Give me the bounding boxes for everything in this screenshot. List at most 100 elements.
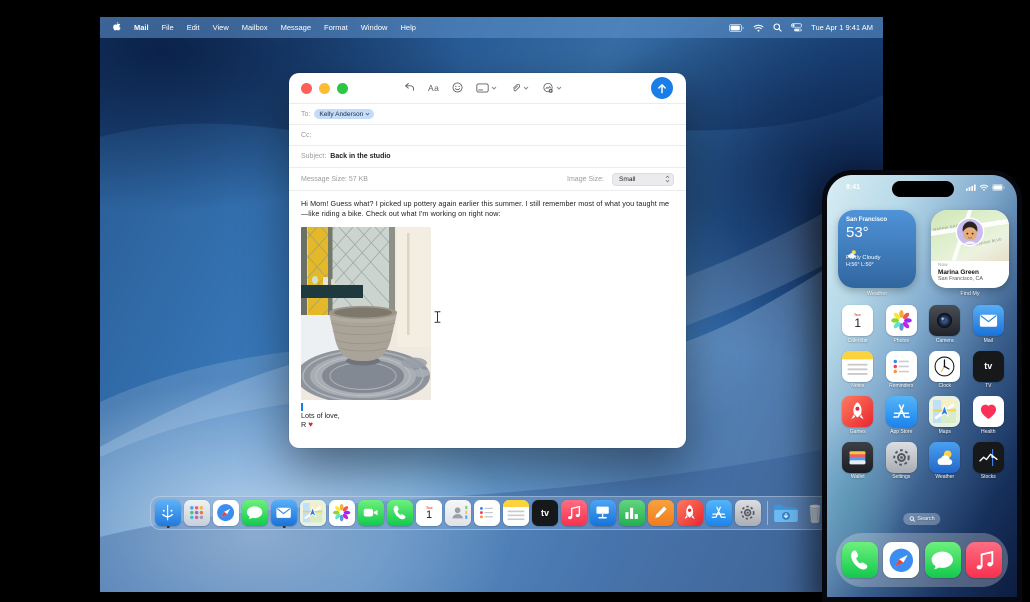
dock-item-launchpad[interactable] bbox=[184, 498, 211, 528]
dock-item-appstore[interactable] bbox=[706, 498, 733, 528]
attach-file-button[interactable] bbox=[510, 83, 529, 94]
iphone-app-photos[interactable]: Photos bbox=[881, 305, 921, 344]
games-app-icon[interactable] bbox=[677, 500, 703, 526]
iphone-app-maps[interactable]: Maps bbox=[925, 396, 965, 435]
menu-item-message[interactable]: Message bbox=[281, 23, 311, 32]
dock-item-numbers[interactable] bbox=[619, 498, 646, 528]
dock-item-games[interactable] bbox=[677, 498, 704, 528]
dock-item-notes[interactable] bbox=[503, 498, 530, 528]
iphone-app-reminders[interactable]: Reminders bbox=[881, 350, 921, 389]
tv-app-icon[interactable]: tv bbox=[532, 500, 558, 526]
image-size-select[interactable]: Small bbox=[612, 172, 674, 186]
calendar-app-icon[interactable]: Tue 1 bbox=[416, 500, 442, 526]
dock-item-messages[interactable] bbox=[242, 498, 269, 528]
iphone-app-games[interactable]: Games bbox=[838, 396, 878, 435]
photos-app-icon[interactable] bbox=[885, 305, 917, 336]
notes-app-icon[interactable] bbox=[842, 350, 874, 382]
maps-app-icon[interactable] bbox=[300, 500, 326, 526]
notes-app-icon[interactable] bbox=[503, 500, 529, 526]
dock-item-music[interactable] bbox=[561, 498, 588, 528]
iphone-app-clock[interactable]: Clock bbox=[925, 350, 965, 389]
menu-item-edit[interactable]: Edit bbox=[187, 23, 200, 32]
dock-item-finder[interactable] bbox=[155, 498, 182, 528]
launchpad-app-icon[interactable] bbox=[184, 500, 210, 526]
contacts-app-icon[interactable] bbox=[445, 500, 471, 526]
iphone-app-appstore[interactable]: App Store bbox=[881, 396, 921, 435]
iphone-app-camera[interactable]: Camera bbox=[925, 305, 965, 344]
minimize-button[interactable] bbox=[319, 82, 330, 94]
calendar-app-icon[interactable]: Tue 1 bbox=[842, 305, 874, 336]
send-button[interactable] bbox=[651, 77, 673, 99]
iphone-dock-phone[interactable] bbox=[841, 542, 878, 578]
iphone-app-mail[interactable]: Mail bbox=[968, 305, 1008, 344]
dock-item-pages[interactable] bbox=[648, 498, 675, 528]
reminders-app-icon[interactable] bbox=[885, 350, 917, 382]
music-app-icon[interactable] bbox=[561, 500, 587, 526]
dock-item-reminders[interactable] bbox=[474, 498, 501, 528]
keynote-app-icon[interactable] bbox=[590, 500, 616, 526]
dock-item-calendar[interactable]: Tue 1 bbox=[416, 498, 443, 528]
iphone-dock-music[interactable] bbox=[966, 542, 1003, 578]
maps-app-icon[interactable] bbox=[929, 396, 961, 427]
apple-menu[interactable] bbox=[112, 21, 121, 34]
battery-icon[interactable] bbox=[729, 23, 744, 32]
appstore-app-icon[interactable] bbox=[706, 500, 732, 526]
settings-app-icon[interactable] bbox=[885, 441, 917, 473]
games-app-icon[interactable] bbox=[842, 396, 874, 427]
wallet-app-icon[interactable] bbox=[842, 441, 874, 473]
undo-icon[interactable] bbox=[404, 82, 415, 94]
attached-photo[interactable] bbox=[301, 226, 431, 400]
camera-app-icon[interactable] bbox=[929, 305, 961, 336]
home-search-button[interactable]: Search bbox=[903, 513, 941, 525]
message-body[interactable]: Hi Mom! Guess what? I picked up pottery … bbox=[289, 190, 686, 448]
iphone-app-weather[interactable]: Weather bbox=[925, 441, 965, 480]
dock-item-maps[interactable] bbox=[300, 498, 327, 528]
iphone-app-stocks[interactable]: Stocks bbox=[968, 441, 1008, 480]
messages-app-icon[interactable] bbox=[924, 542, 961, 578]
dock-item-contacts[interactable] bbox=[445, 498, 472, 528]
music-app-icon[interactable] bbox=[966, 542, 1003, 578]
tv-app-icon[interactable]: tv bbox=[972, 350, 1004, 382]
phone-app-icon[interactable] bbox=[387, 500, 413, 526]
facetime-app-icon[interactable] bbox=[358, 500, 384, 526]
safari-app-icon[interactable] bbox=[213, 500, 239, 526]
iphone-app-settings[interactable]: Settings bbox=[881, 441, 921, 480]
weather-app-icon[interactable] bbox=[929, 441, 961, 473]
dock-item-tv[interactable]: tv bbox=[532, 498, 559, 528]
emoji-button[interactable] bbox=[452, 82, 463, 95]
iphone-app-tv[interactable]: tv TV bbox=[968, 350, 1008, 389]
menu-item-file[interactable]: File bbox=[162, 23, 174, 32]
subject-field[interactable]: Back in the studio bbox=[330, 153, 390, 160]
close-button[interactable] bbox=[301, 82, 312, 94]
mail-app-icon[interactable] bbox=[271, 500, 297, 526]
spotlight-search-icon[interactable] bbox=[773, 23, 782, 32]
dock-item-downloads[interactable] bbox=[773, 498, 800, 528]
iphone-app-calendar[interactable]: Tue 1 Calendar bbox=[838, 305, 878, 344]
wifi-icon[interactable] bbox=[753, 24, 764, 32]
iphone-dock-messages[interactable] bbox=[924, 542, 961, 578]
menu-item-help[interactable]: Help bbox=[400, 23, 415, 32]
clock-app-icon[interactable] bbox=[929, 350, 961, 382]
iphone-app-wallet[interactable]: Wallet bbox=[838, 441, 878, 480]
dock-item-phone[interactable] bbox=[387, 498, 414, 528]
menu-item-format[interactable]: Format bbox=[324, 23, 348, 32]
format-button[interactable]: Aa bbox=[428, 83, 439, 93]
numbers-app-icon[interactable] bbox=[619, 500, 645, 526]
menu-item-view[interactable]: View bbox=[213, 23, 229, 32]
zoom-button[interactable] bbox=[337, 82, 348, 94]
dock-item-safari[interactable] bbox=[213, 498, 240, 528]
dock-item-facetime[interactable] bbox=[358, 498, 385, 528]
header-fields-button[interactable] bbox=[476, 83, 497, 93]
finder-app-icon[interactable] bbox=[155, 500, 181, 526]
iphone-dock-safari[interactable] bbox=[883, 542, 920, 578]
iphone-app-notes[interactable]: Notes bbox=[838, 350, 878, 389]
dock-item-photos[interactable] bbox=[329, 498, 356, 528]
safari-app-icon[interactable] bbox=[883, 542, 920, 578]
find-my-widget[interactable]: MARINA GREEN DR MARINA BLVD Now Marina G… bbox=[931, 210, 1009, 288]
phone-app-icon[interactable] bbox=[841, 542, 878, 578]
dock-item-mail[interactable] bbox=[271, 498, 298, 528]
menu-bar-clock[interactable]: Tue Apr 1 9:41 AM bbox=[811, 23, 873, 32]
appstore-app-icon[interactable] bbox=[885, 396, 917, 427]
weather-widget[interactable]: San Francisco 53° Partly Cloudy H:56° L:… bbox=[838, 210, 916, 288]
menu-item-mail[interactable]: Mail bbox=[134, 23, 149, 32]
